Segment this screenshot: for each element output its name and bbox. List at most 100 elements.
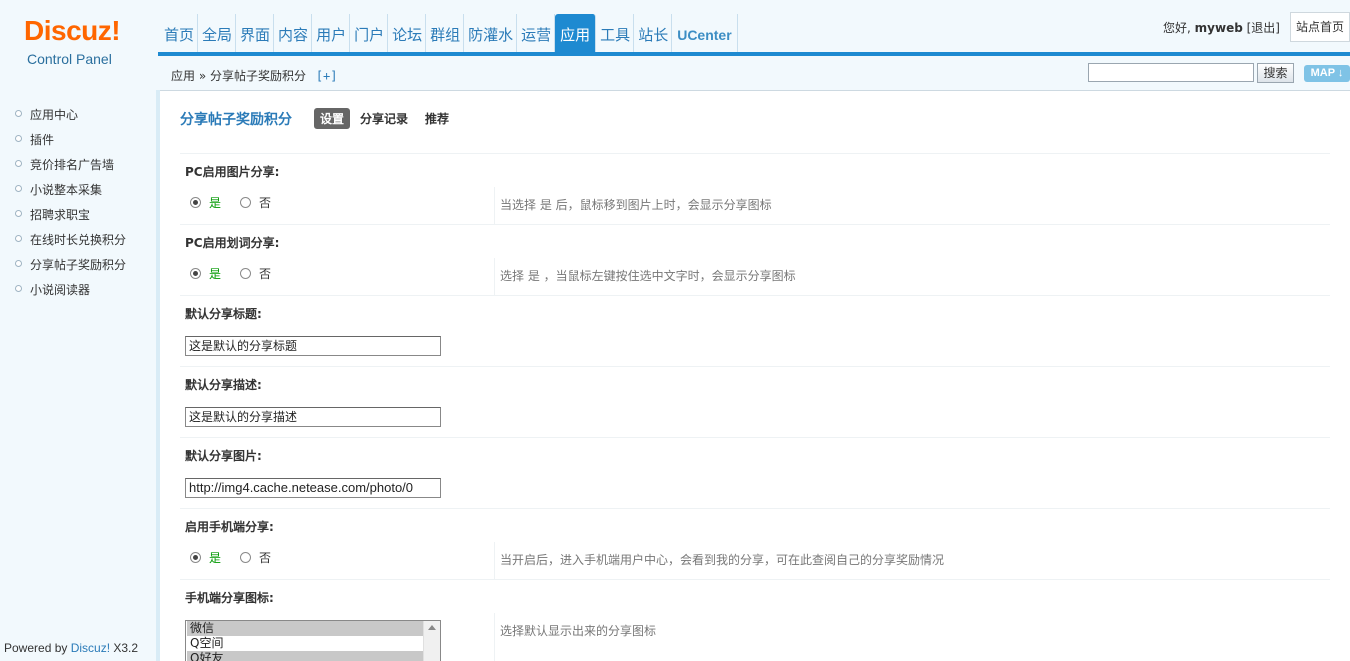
nav-operation[interactable]: 运营: [517, 14, 556, 54]
bullet-icon: [15, 235, 22, 242]
sidebar-item-share-reward[interactable]: 分享帖子奖励积分: [0, 255, 156, 280]
nav-forum[interactable]: 论坛: [388, 14, 427, 54]
sidebar-item-label: 应用中心: [30, 108, 79, 122]
pc-text-share-no-radio[interactable]: [240, 268, 252, 279]
mobile-icons-multiselect[interactable]: 微信 Q空间 Q好友: [185, 620, 441, 661]
bullet-icon: [15, 185, 22, 192]
user-area: 您好, myweb [退出]: [1163, 19, 1280, 36]
pc-image-share-yes-label[interactable]: 是: [209, 194, 221, 211]
divider: [180, 579, 1330, 580]
search-input[interactable]: [1088, 63, 1254, 82]
default-desc-label: 默认分享描述:: [185, 378, 262, 392]
mobile-icons-tip: 选择默认显示出来的分享图标: [500, 624, 657, 638]
powered-prefix: Powered by: [4, 641, 71, 655]
scrollbar[interactable]: [423, 621, 440, 661]
sidebar-item-label: 竞价排名广告墙: [30, 158, 115, 172]
nav-user[interactable]: 用户: [312, 14, 351, 54]
pc-text-share-label: PC启用划词分享:: [185, 236, 280, 250]
bullet-icon: [15, 135, 22, 142]
powered-by: Powered by Discuz! X3.2: [4, 641, 138, 655]
site-home-button[interactable]: 站点首页: [1290, 12, 1350, 42]
nav-founder[interactable]: 站长: [634, 14, 673, 54]
arrow-down-icon: ↓: [1337, 67, 1344, 79]
powered-version: X3.2: [110, 641, 139, 655]
divider: [180, 437, 1330, 438]
mobile-share-no-radio[interactable]: [240, 552, 252, 563]
pc-text-share-options: 是 否: [190, 265, 271, 282]
logo[interactable]: Discuz! Control Panel: [0, 0, 158, 90]
pc-text-share-yes-label[interactable]: 是: [209, 265, 221, 282]
logout-link[interactable]: [退出]: [1247, 21, 1280, 35]
sidebar: 应用中心 插件 竞价排名广告墙 小说整本采集 招聘求职宝 在线时长兑换积分 分享…: [0, 90, 160, 661]
logo-subtitle: Control Panel: [27, 51, 112, 67]
pc-text-share-no-label[interactable]: 否: [259, 265, 271, 282]
sidebar-item-ad-wall[interactable]: 竞价排名广告墙: [0, 155, 156, 180]
default-desc-input[interactable]: 这是默认的分享描述: [185, 407, 441, 427]
nav-global[interactable]: 全局: [198, 14, 237, 54]
divider: [494, 187, 495, 224]
option-wechat[interactable]: 微信: [187, 621, 423, 636]
option-qzone[interactable]: Q空间: [187, 636, 423, 651]
nav-tools[interactable]: 工具: [596, 14, 635, 54]
nav-home[interactable]: 首页: [160, 14, 199, 54]
divider: [180, 153, 1330, 154]
pc-image-share-no-radio[interactable]: [240, 197, 252, 208]
powered-brand-link[interactable]: Discuz!: [71, 641, 110, 655]
sidebar-item-label: 招聘求职宝: [30, 208, 91, 222]
divider: [494, 613, 495, 661]
scroll-up-icon[interactable]: [428, 625, 436, 630]
nav-group[interactable]: 群组: [426, 14, 465, 54]
sidebar-item-novel-reader[interactable]: 小说阅读器: [0, 280, 156, 305]
search-button[interactable]: 搜索: [1257, 63, 1294, 83]
mobile-share-options: 是 否: [190, 549, 271, 566]
header-divider: [158, 52, 1350, 56]
pc-image-share-tip: 当选择 是 后，鼠标移到图片上时，会显示分享图标: [500, 198, 772, 212]
map-button[interactable]: MAP ↓: [1304, 65, 1350, 82]
header: Discuz! Control Panel 首页 全局 界面 内容 用户 门户 …: [0, 0, 1350, 90]
sidebar-item-label: 小说阅读器: [30, 283, 91, 297]
sidebar-item-label: 分享帖子奖励积分: [30, 258, 127, 272]
pc-image-share-yes-radio[interactable]: [190, 197, 201, 208]
sidebar-item-jobs[interactable]: 招聘求职宝: [0, 205, 156, 230]
map-label: MAP: [1310, 67, 1335, 79]
pc-text-share-yes-radio[interactable]: [190, 268, 201, 279]
default-title-label: 默认分享标题:: [185, 307, 262, 321]
divider: [180, 366, 1330, 367]
title-row: 分享帖子奖励积分 设置 分享记录 推荐: [180, 108, 466, 129]
mobile-share-yes-radio[interactable]: [190, 552, 201, 563]
sidebar-item-label: 在线时长兑换积分: [30, 233, 127, 247]
mobile-share-no-label[interactable]: 否: [259, 549, 271, 566]
nav-style[interactable]: 界面: [236, 14, 275, 54]
mobile-share-yes-label[interactable]: 是: [209, 549, 221, 566]
nav-ucenter[interactable]: UCenter: [672, 14, 738, 54]
pc-text-share-tip: 选择 是 ，当鼠标左键按住选中文字时，会显示分享图标: [500, 269, 796, 283]
top-nav: 首页 全局 界面 内容 用户 门户 论坛 群组 防灌水 运营 应用 工具 站长 …: [160, 14, 738, 54]
divider: [494, 258, 495, 295]
divider: [180, 295, 1330, 296]
sidebar-item-label: 插件: [30, 133, 55, 147]
default-title-input[interactable]: 这是默认的分享标题: [185, 336, 441, 356]
logo-brand: Discuz!: [24, 15, 121, 46]
sidebar-item-online-time[interactable]: 在线时长兑换积分: [0, 230, 156, 255]
option-qq-friend[interactable]: Q好友: [187, 651, 423, 661]
mobile-icons-label: 手机端分享图标:: [185, 591, 274, 605]
default-image-label: 默认分享图片:: [185, 449, 262, 463]
tab-share-records[interactable]: 分享记录: [360, 108, 408, 129]
divider: [180, 508, 1330, 509]
nav-content[interactable]: 内容: [274, 14, 313, 54]
pc-image-share-options: 是 否: [190, 194, 271, 211]
tab-settings[interactable]: 设置: [314, 108, 351, 129]
bullet-icon: [15, 210, 22, 217]
nav-portal[interactable]: 门户: [350, 14, 389, 54]
sidebar-item-novel-collect[interactable]: 小说整本采集: [0, 180, 156, 205]
sidebar-item-plugins[interactable]: 插件: [0, 130, 156, 155]
default-image-input[interactable]: http://img4.cache.netease.com/photo/0: [185, 478, 441, 498]
sidebar-item-app-center[interactable]: 应用中心: [0, 105, 156, 130]
breadcrumb-path: 应用 » 分享帖子奖励积分: [171, 69, 306, 83]
tab-recommend[interactable]: 推荐: [425, 108, 449, 129]
add-shortcut-link[interactable]: [+]: [316, 69, 338, 83]
pc-image-share-no-label[interactable]: 否: [259, 194, 271, 211]
nav-apps[interactable]: 应用: [555, 14, 597, 54]
nav-antispam[interactable]: 防灌水: [464, 14, 518, 54]
bullet-icon: [15, 160, 22, 167]
